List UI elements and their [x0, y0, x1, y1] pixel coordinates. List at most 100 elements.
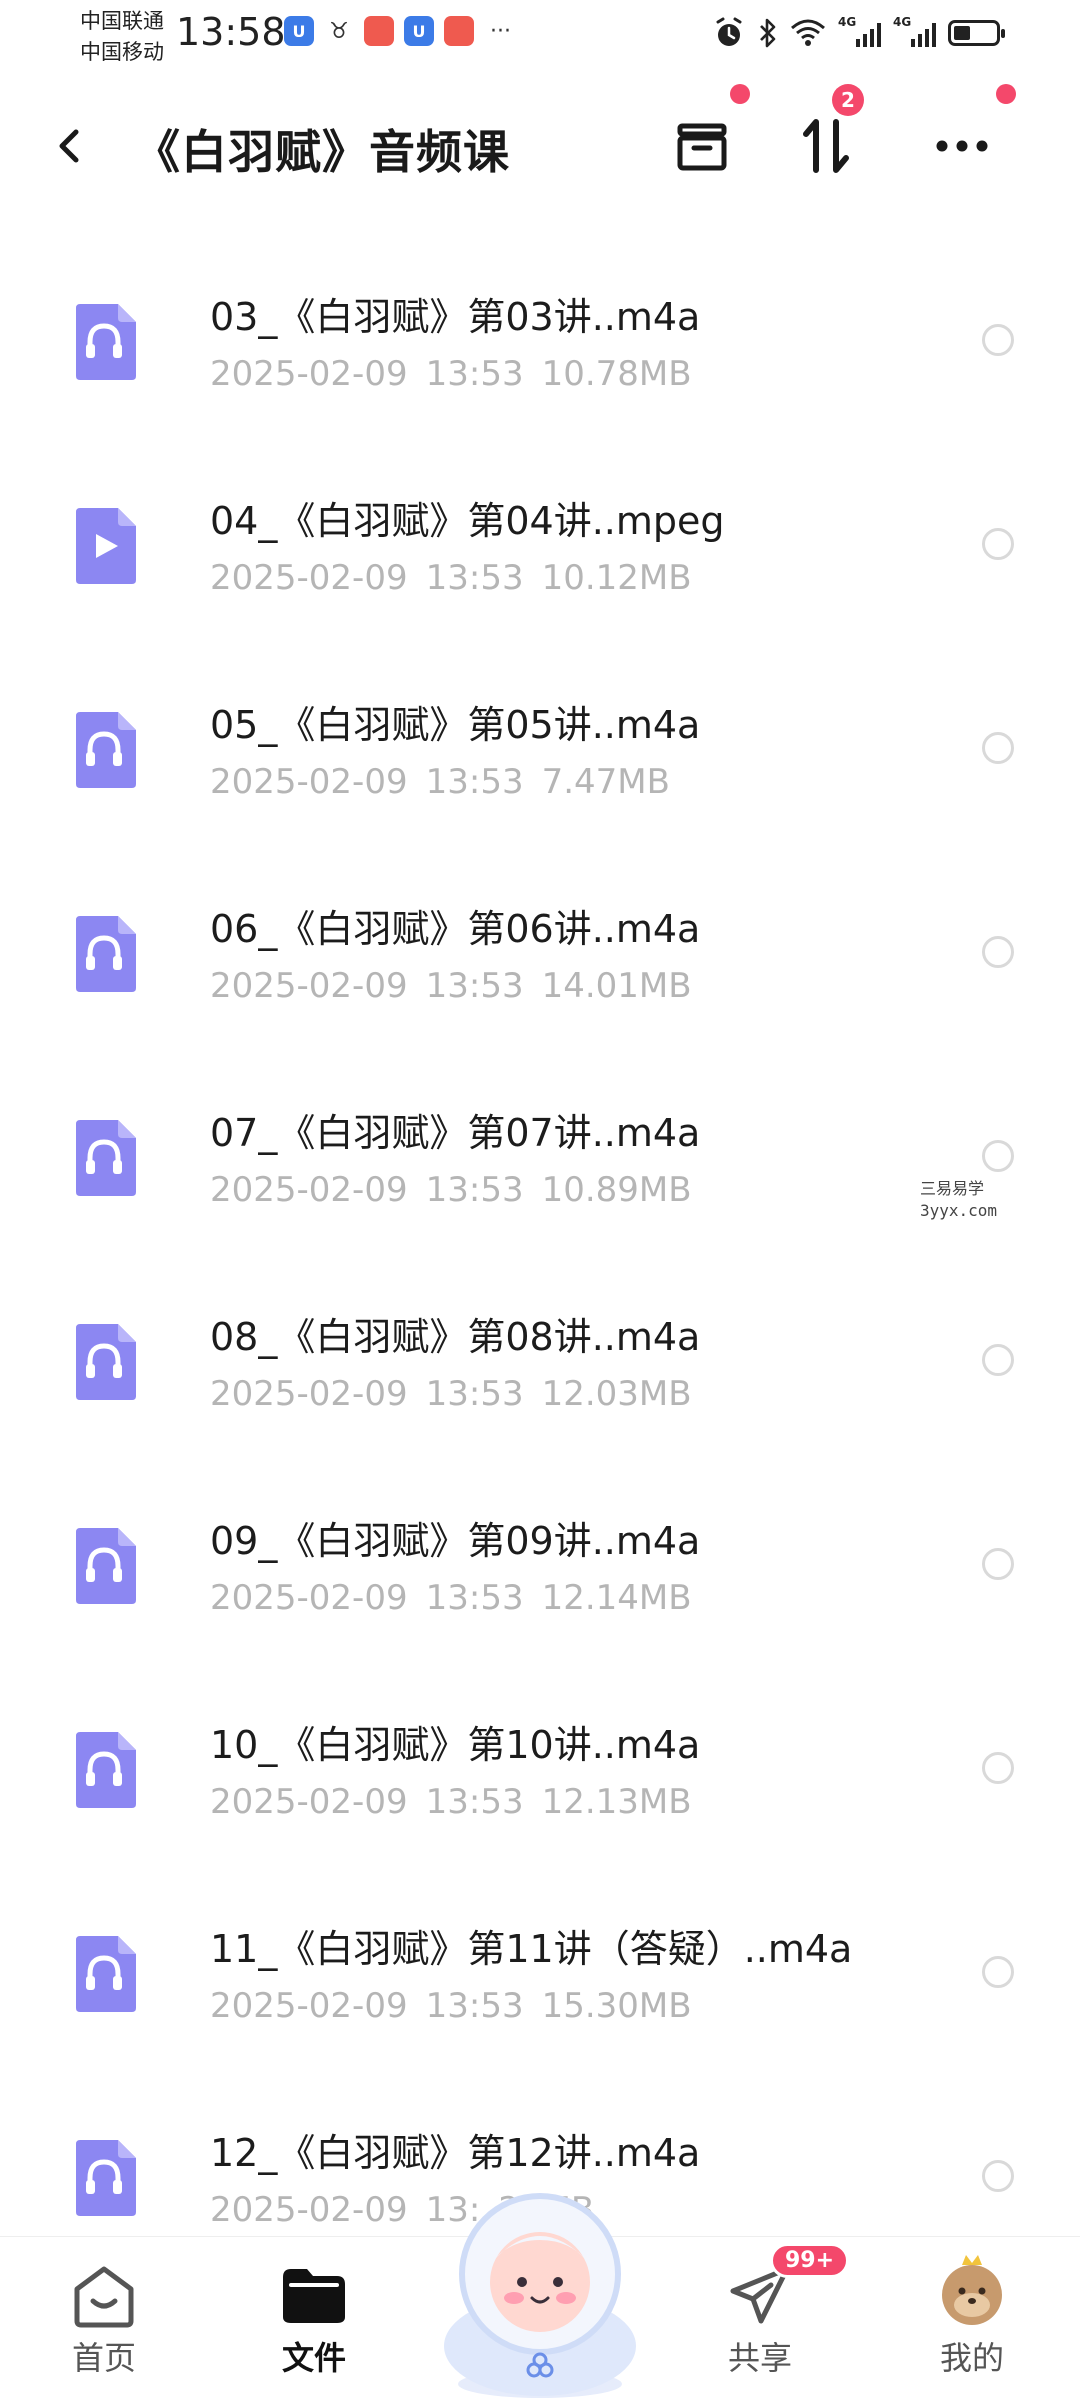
signal-2-icon: 4G	[893, 15, 936, 47]
app-notification-icon: U	[404, 16, 434, 46]
select-radio[interactable]	[982, 1344, 1014, 1376]
select-radio[interactable]	[982, 2160, 1014, 2192]
file-date: 2025-02-09	[210, 2190, 408, 2230]
file-date: 2025-02-09	[210, 1170, 408, 1210]
more-red-dot	[996, 84, 1016, 104]
huawei-notification-icon	[364, 16, 394, 46]
audio-file-icon	[76, 1732, 136, 1808]
carrier-2: 中国移动	[80, 40, 164, 64]
archive-icon	[677, 123, 727, 171]
nav-home[interactable]: 首页	[14, 2237, 194, 2400]
audio-file-icon	[76, 1324, 136, 1400]
audio-file-icon	[76, 1120, 136, 1196]
file-row[interactable]: 08_《白羽赋》第08讲..m4a 2025-02-09 13:53 12.03MB	[0, 1256, 1080, 1460]
page-title: 《白羽赋》音频课	[134, 125, 510, 179]
select-radio[interactable]	[982, 1956, 1014, 1988]
watermark: 三易易学 3yyx.com	[920, 1178, 997, 1222]
audio-file-icon	[76, 2140, 136, 2216]
file-name: 09_《白羽赋》第09讲..m4a	[210, 1519, 701, 1563]
top-app-bar: 《白羽赋》音频课 2	[0, 84, 1080, 196]
more-notifications-icon: ···	[490, 18, 511, 44]
file-date: 2025-02-09	[210, 1782, 408, 1822]
file-size: 7.47MB	[541, 762, 670, 802]
nav-files[interactable]: 文件	[224, 2237, 404, 2400]
file-size: 10.78MB	[541, 354, 692, 394]
file-time: 13:53	[425, 762, 524, 802]
folder-icon	[283, 2269, 345, 2323]
file-row[interactable]: 05_《白羽赋》第05讲..m4a 2025-02-09 13:53 7.47MB	[0, 644, 1080, 848]
select-radio[interactable]	[982, 324, 1014, 356]
file-meta: 2025-02-09 13:53 10.12MB	[210, 558, 692, 598]
file-size: 10.89MB	[541, 1170, 692, 1210]
select-radio[interactable]	[982, 732, 1014, 764]
app-notification-icon: U	[284, 16, 314, 46]
file-date: 2025-02-09	[210, 1578, 408, 1618]
file-size: 12.13MB	[541, 1782, 692, 1822]
nav-files-label: 文件	[281, 2339, 346, 2377]
file-name: 07_《白羽赋》第07讲..m4a	[210, 1111, 701, 1155]
file-size: 14.01MB	[541, 966, 692, 1006]
select-radio[interactable]	[982, 1752, 1014, 1784]
file-time: 13:53	[425, 558, 524, 598]
file-row[interactable]: 09_《白羽赋》第09讲..m4a 2025-02-09 13:53 12.14MB	[0, 1460, 1080, 1664]
audio-file-icon	[76, 712, 136, 788]
battery-icon	[948, 20, 1005, 46]
file-row[interactable]: 10_《白羽赋》第10讲..m4a 2025-02-09 13:53 12.13MB	[0, 1664, 1080, 1868]
system-icons: 4G 4G	[712, 15, 1005, 50]
file-name: 03_《白羽赋》第03讲..m4a	[210, 295, 701, 339]
file-date: 2025-02-09	[210, 1986, 408, 2026]
carrier-labels: 中国联通 中国移动	[80, 6, 164, 68]
nav-share[interactable]: 99+ 共享	[670, 2237, 850, 2400]
file-row[interactable]: 11_《白羽赋》第11讲（答疑）..m4a 2025-02-09 13:53 15.3…	[0, 1868, 1080, 2072]
watermark-line-1: 三易易学	[920, 1179, 985, 1198]
transfer-icon	[803, 119, 849, 173]
nav-home-label: 首页	[71, 2339, 136, 2377]
file-size: 15.30MB	[541, 1986, 692, 2026]
file-size: 12.03MB	[541, 1374, 692, 1414]
file-name: 06_《白羽赋》第06讲..m4a	[210, 907, 701, 951]
video-file-icon	[76, 508, 136, 584]
profile-avatar-icon	[942, 2255, 1002, 2325]
bluetooth-icon	[760, 18, 776, 48]
file-row[interactable]: 03_《白羽赋》第03讲..m4a 2025-02-09 13:53 10.78MB	[0, 236, 1080, 440]
notification-icons: U ♉ U ···	[284, 16, 511, 46]
file-date: 2025-02-09	[210, 762, 408, 802]
select-radio[interactable]	[982, 1548, 1014, 1580]
file-row[interactable]: 07_《白羽赋》第07讲..m4a 2025-02-09 13:53 10.89MB	[0, 1052, 1080, 1256]
app-notification-icon: ♉	[329, 18, 349, 44]
mascot-assistant-icon[interactable]	[430, 2170, 650, 2400]
more-options-button[interactable]	[926, 110, 998, 182]
file-name: 08_《白羽赋》第08讲..m4a	[210, 1315, 701, 1359]
back-arrow-icon[interactable]	[50, 120, 90, 172]
file-size: 10.12MB	[541, 558, 692, 598]
huawei-notification-icon	[444, 16, 474, 46]
status-time: 13:58	[176, 10, 286, 54]
select-radio[interactable]	[982, 1140, 1014, 1172]
more-icon	[936, 140, 988, 152]
file-meta: 2025-02-09 13:53 14.01MB	[210, 966, 692, 1006]
file-name: 11_《白羽赋》第11讲（答疑）..m4a	[210, 1927, 853, 1971]
status-bar: 中国联通 中国移动 13:58 U ♉ U ··· 4G 4G	[0, 0, 1080, 76]
nav-mine[interactable]: 我的	[882, 2237, 1062, 2400]
file-date: 2025-02-09	[210, 354, 408, 394]
archive-button[interactable]	[666, 110, 738, 182]
transfer-button[interactable]	[790, 110, 862, 182]
select-radio[interactable]	[982, 528, 1014, 560]
file-row[interactable]: 04_《白羽赋》第04讲..mpeg 2025-02-09 13:53 10.12MB	[0, 440, 1080, 644]
select-radio[interactable]	[982, 936, 1014, 968]
file-meta: 2025-02-09 13:53 7.47MB	[210, 762, 670, 802]
watermark-line-2: 3yyx.com	[920, 1201, 998, 1220]
file-meta: 2025-02-09 13:53 12.03MB	[210, 1374, 692, 1414]
app-screen: 中国联通 中国移动 13:58 U ♉ U ··· 4G 4G 《白羽赋》音频课…	[0, 0, 1080, 2400]
share-count-badge: 99+	[770, 2243, 850, 2278]
file-name: 05_《白羽赋》第05讲..m4a	[210, 703, 701, 747]
file-time: 13:53	[425, 1578, 524, 1618]
transfer-count-badge: 2	[832, 84, 864, 116]
file-date: 2025-02-09	[210, 1374, 408, 1414]
audio-file-icon	[76, 304, 136, 380]
file-meta: 2025-02-09 13:53 12.14MB	[210, 1578, 692, 1618]
file-name: 04_《白羽赋》第04讲..mpeg	[210, 499, 725, 543]
audio-file-icon	[76, 1528, 136, 1604]
file-row[interactable]: 06_《白羽赋》第06讲..m4a 2025-02-09 13:53 14.01MB	[0, 848, 1080, 1052]
file-time: 13:53	[425, 1374, 524, 1414]
